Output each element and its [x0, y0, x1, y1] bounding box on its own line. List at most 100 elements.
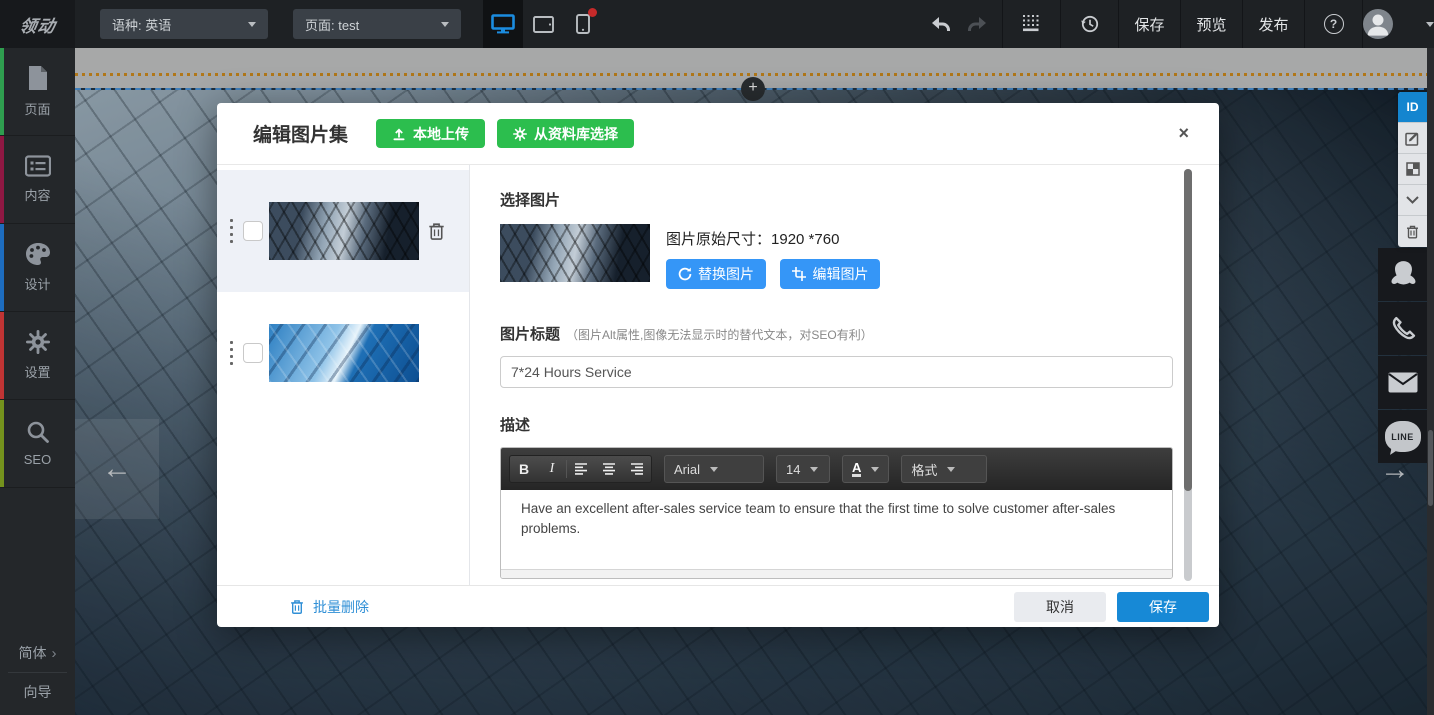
- preview-label: 预览: [1196, 14, 1226, 35]
- blocks-icon: [1406, 162, 1420, 176]
- trash-icon[interactable]: [428, 222, 445, 241]
- trash-icon: [290, 599, 304, 615]
- page-dropdown[interactable]: 页面: test: [293, 9, 461, 39]
- save-page-label: 保存: [1134, 14, 1164, 35]
- app-logo-text: 领动: [17, 12, 57, 37]
- chevron-down-icon: [1406, 196, 1419, 204]
- email-contact-button[interactable]: [1378, 356, 1427, 409]
- gallery-item-2[interactable]: [217, 292, 469, 414]
- refresh-icon: [678, 267, 692, 281]
- gallery-item-1-checkbox[interactable]: [243, 221, 263, 241]
- device-switcher: [483, 0, 603, 48]
- device-desktop-button[interactable]: [483, 0, 523, 48]
- font-color-button[interactable]: A: [842, 455, 889, 483]
- description-editor-content[interactable]: Have an excellent after-sales service te…: [501, 490, 1172, 569]
- redo-button[interactable]: [967, 16, 987, 32]
- sidebar-item-content[interactable]: 内容: [0, 136, 75, 224]
- modal-scrollbar[interactable]: [1184, 169, 1192, 581]
- preview-button[interactable]: 预览: [1180, 0, 1242, 48]
- cancel-button[interactable]: 取消: [1014, 592, 1106, 622]
- image-title-hint: （图片Alt属性,图像无法显示时的替代文本，对SEO有利）: [566, 326, 873, 343]
- modal-title: 编辑图片集: [253, 120, 348, 147]
- language-dropdown[interactable]: 语种: 英语: [100, 9, 268, 39]
- rte-status-bar: [501, 569, 1172, 578]
- history-icon: [1080, 14, 1100, 34]
- phone-contact-button[interactable]: [1378, 302, 1427, 355]
- modal-footer: 批量删除 取消 保存: [217, 585, 1219, 627]
- envelope-icon: [1388, 372, 1418, 393]
- device-tablet-button[interactable]: [523, 0, 563, 48]
- widget-edit-button[interactable]: [1398, 123, 1427, 154]
- widget-id-badge[interactable]: ID: [1398, 92, 1427, 123]
- image-title-label: 图片标题: [500, 323, 560, 344]
- notification-dot: [588, 8, 597, 17]
- image-edit-panel: 选择图片 图片原始尺寸：1920 *760 替换图片: [470, 165, 1219, 585]
- qq-contact-button[interactable]: [1378, 248, 1427, 301]
- guide-item[interactable]: 向导: [0, 673, 75, 711]
- trash-icon: [1406, 225, 1419, 239]
- widget-collapse-button[interactable]: [1398, 185, 1427, 216]
- history-button[interactable]: [1060, 0, 1118, 48]
- chevron-down-icon: [1426, 22, 1434, 27]
- upload-icon: [392, 127, 406, 141]
- font-size-dropdown[interactable]: 14: [776, 455, 830, 483]
- device-mobile-button[interactable]: [563, 0, 603, 48]
- original-size-label: 图片原始尺寸：: [666, 231, 771, 248]
- replace-image-button[interactable]: 替换图片: [666, 259, 766, 289]
- selected-image-preview: [500, 224, 650, 282]
- account-menu[interactable]: [1362, 0, 1434, 48]
- sidebar-bottom: 简体 › 向导: [0, 634, 75, 711]
- selected-image-row: 图片原始尺寸：1920 *760 替换图片: [500, 224, 1173, 289]
- widget-blocks-button[interactable]: [1398, 154, 1427, 185]
- modal-scrollbar-thumb[interactable]: [1184, 169, 1192, 491]
- italic-button[interactable]: I: [538, 456, 566, 482]
- sidebar-label: 页面: [24, 99, 50, 118]
- save-page-button[interactable]: 保存: [1118, 0, 1180, 48]
- sidebar-item-settings[interactable]: 设置: [0, 312, 75, 400]
- search-icon: [26, 420, 50, 444]
- image-title-input[interactable]: [500, 356, 1173, 388]
- help-button[interactable]: ?: [1304, 0, 1362, 48]
- line-contact-button[interactable]: LINE: [1378, 410, 1427, 463]
- publish-button[interactable]: 发布: [1242, 0, 1304, 48]
- sidebar-item-design[interactable]: 设计: [0, 224, 75, 312]
- page-dropdown-label: 页面: test: [305, 15, 359, 34]
- chevron-down-icon: [810, 467, 818, 472]
- align-center-button[interactable]: [595, 456, 623, 482]
- widget-delete-button[interactable]: [1398, 216, 1427, 247]
- select-image-label: 选择图片: [500, 189, 1173, 210]
- modal-header: 编辑图片集 本地上传 从资料库选择 ×: [217, 103, 1219, 165]
- sidebar-item-seo[interactable]: SEO: [0, 400, 75, 488]
- gallery-item-1[interactable]: [217, 170, 469, 292]
- from-library-button[interactable]: 从资料库选择: [497, 119, 634, 148]
- gallery-item-2-checkbox[interactable]: [243, 343, 263, 363]
- close-icon[interactable]: ×: [1170, 119, 1197, 148]
- grid-toggle-button[interactable]: [1002, 0, 1060, 48]
- language-switch-item[interactable]: 简体 ›: [0, 634, 75, 672]
- align-right-button[interactable]: [623, 456, 651, 482]
- sidebar-item-pages[interactable]: 页面: [0, 48, 75, 136]
- gallery-item-1-thumbnail[interactable]: [269, 202, 419, 260]
- guide-label: 向导: [24, 682, 52, 702]
- app-logo[interactable]: 领动: [0, 0, 75, 48]
- app-scrollbar-thumb[interactable]: [1428, 430, 1433, 506]
- page-icon: [27, 65, 49, 91]
- drag-handle-icon[interactable]: [230, 219, 233, 243]
- app-scrollbar[interactable]: [1427, 48, 1434, 715]
- local-upload-label: 本地上传: [413, 124, 469, 144]
- undo-button[interactable]: [931, 16, 951, 32]
- sidebar-label: 设计: [24, 274, 50, 293]
- replace-image-label: 替换图片: [698, 264, 754, 284]
- edit-image-button[interactable]: 编辑图片: [780, 259, 880, 289]
- align-left-button[interactable]: [567, 456, 595, 482]
- user-avatar-icon: [1363, 9, 1393, 39]
- local-upload-button[interactable]: 本地上传: [376, 119, 485, 148]
- paragraph-format-dropdown[interactable]: 格式: [901, 455, 987, 483]
- batch-delete-link[interactable]: 批量删除: [290, 597, 369, 617]
- bold-button[interactable]: B: [510, 456, 538, 482]
- font-family-dropdown[interactable]: Arial: [664, 455, 764, 483]
- gallery-item-2-thumbnail[interactable]: [269, 324, 419, 382]
- gear-icon: [513, 127, 527, 141]
- save-button[interactable]: 保存: [1117, 592, 1209, 622]
- drag-handle-icon[interactable]: [230, 341, 233, 365]
